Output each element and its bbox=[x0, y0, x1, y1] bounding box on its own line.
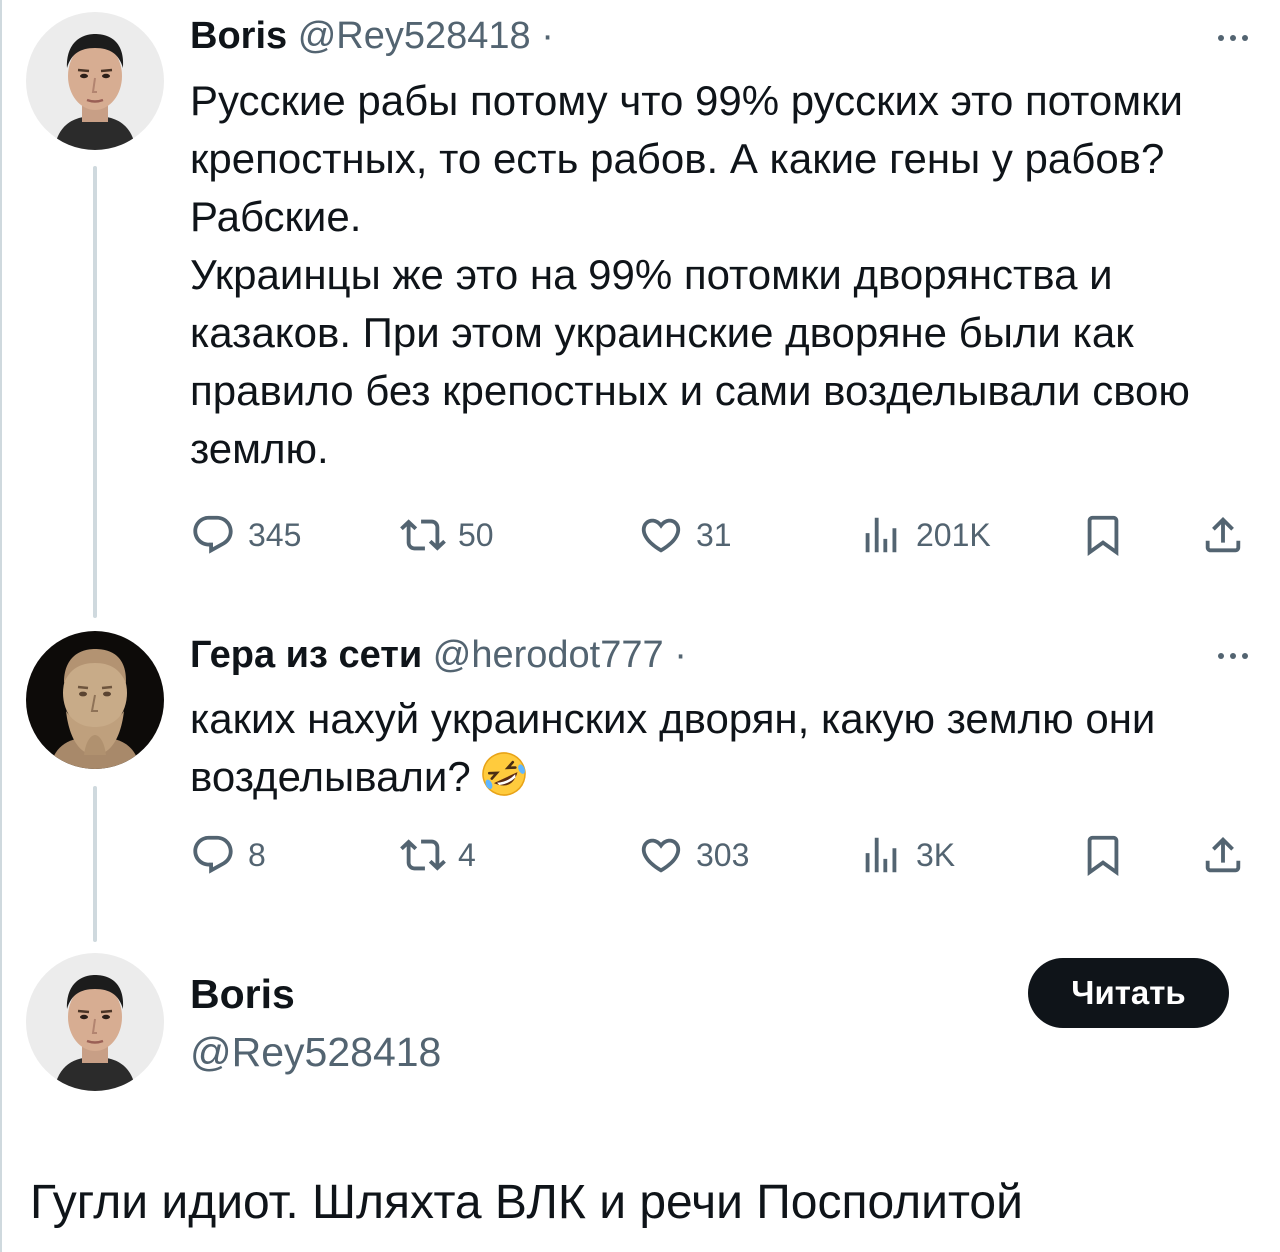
share-icon bbox=[1205, 516, 1241, 553]
main-author-name[interactable]: Boris bbox=[190, 970, 295, 1018]
avatar-boris[interactable] bbox=[26, 12, 164, 150]
avatar-boris[interactable] bbox=[26, 953, 164, 1091]
share-icon bbox=[1205, 836, 1241, 873]
follow-button[interactable]: Читать bbox=[1028, 958, 1229, 1028]
thread-line bbox=[93, 166, 97, 618]
author-name[interactable]: Гера из сети bbox=[190, 634, 422, 676]
reply-count: 345 bbox=[248, 516, 302, 553]
retweet-button[interactable]: 50 bbox=[400, 507, 494, 563]
reply-icon bbox=[193, 515, 233, 554]
tweet-paragraph: Украинцы же это на 99% потомки дворянств… bbox=[190, 251, 1190, 472]
reply-button[interactable]: 345 bbox=[190, 507, 301, 563]
share-button[interactable] bbox=[1200, 507, 1246, 563]
tweet-header: Гера из сети @herodot777 · bbox=[190, 632, 687, 678]
views-button[interactable]: 201K bbox=[858, 507, 991, 563]
views-count: 3K bbox=[916, 836, 956, 873]
main-post-text: Гугли идиот. Шляхта ВЛК и речи Посполито… bbox=[30, 1176, 1023, 1229]
retweet-icon bbox=[400, 519, 446, 551]
bookmark-icon bbox=[1087, 515, 1119, 556]
heart-icon bbox=[641, 518, 681, 553]
tweet-header: Boris @Rey528418 · bbox=[190, 13, 554, 59]
author-name[interactable]: Boris bbox=[190, 15, 287, 57]
main-author-handle[interactable]: @Rey528418 bbox=[190, 1028, 441, 1076]
retweet-button[interactable]: 4 bbox=[400, 827, 476, 883]
like-count: 31 bbox=[696, 516, 732, 553]
views-button[interactable]: 3K bbox=[858, 827, 955, 883]
reply-button[interactable]: 8 bbox=[190, 827, 266, 883]
avatar-boris-image bbox=[26, 953, 164, 1091]
separator-dot: · bbox=[674, 634, 687, 676]
tweet-actions: 8 4 303 3K bbox=[190, 827, 1250, 883]
more-icon[interactable] bbox=[1218, 35, 1248, 41]
heart-icon bbox=[641, 838, 681, 873]
views-icon bbox=[865, 517, 897, 553]
like-count: 303 bbox=[696, 836, 750, 873]
avatar-gera[interactable] bbox=[26, 631, 164, 769]
views-count: 201K bbox=[916, 516, 991, 553]
tweet-text: Русские рабы потому что 99% русских это … bbox=[190, 72, 1250, 478]
separator-dot: · bbox=[541, 15, 554, 57]
tweet-actions: 345 50 31 201K bbox=[190, 507, 1250, 563]
bookmark-icon bbox=[1087, 835, 1119, 876]
author-handle[interactable]: @Rey528418 bbox=[298, 15, 531, 57]
bookmark-button[interactable] bbox=[1080, 507, 1126, 563]
like-button[interactable]: 303 bbox=[638, 827, 749, 883]
rolling-on-floor-laughing-emoji bbox=[479, 749, 529, 814]
tweet-body: каких нахуй украинских дворян, какую зем… bbox=[190, 695, 1156, 800]
avatar-gera-image bbox=[26, 631, 164, 769]
more-icon[interactable] bbox=[1218, 653, 1248, 659]
share-button[interactable] bbox=[1200, 827, 1246, 883]
frame-edge bbox=[0, 0, 2, 1252]
reply-icon bbox=[193, 835, 233, 874]
views-icon bbox=[865, 837, 897, 873]
tweet-text: каких нахуй украинских дворян, какую зем… bbox=[190, 690, 1250, 814]
author-handle[interactable]: @herodot777 bbox=[433, 634, 664, 676]
retweet-count: 4 bbox=[458, 836, 476, 873]
avatar-boris-image bbox=[26, 12, 164, 150]
retweet-count: 50 bbox=[458, 516, 494, 553]
like-button[interactable]: 31 bbox=[638, 507, 732, 563]
tweet-paragraph: Русские рабы потому что 99% русских это … bbox=[190, 77, 1183, 240]
reply-count: 8 bbox=[248, 836, 266, 873]
retweet-icon bbox=[400, 839, 446, 871]
bookmark-button[interactable] bbox=[1080, 827, 1126, 883]
thread-line bbox=[93, 786, 97, 942]
